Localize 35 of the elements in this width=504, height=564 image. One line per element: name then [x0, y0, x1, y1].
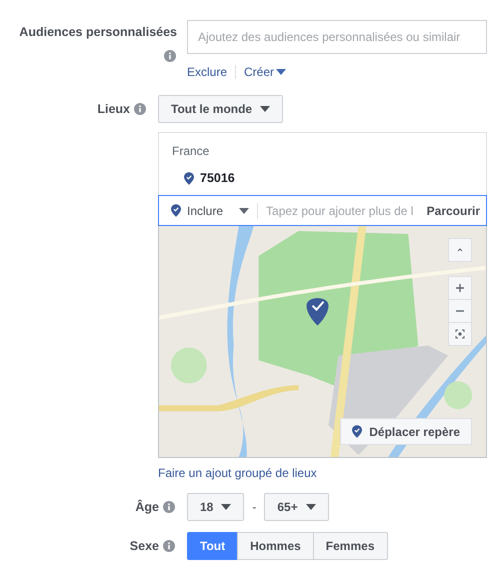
caret-icon	[239, 208, 250, 214]
recenter-icon	[455, 329, 465, 339]
info-icon[interactable]	[134, 103, 146, 115]
caret-icon	[306, 504, 316, 510]
browse-link[interactable]: Parcourir	[426, 204, 480, 218]
link[interactable]: Exclure	[187, 65, 228, 79]
link[interactable]: Créer	[244, 65, 286, 79]
bulk-add-link[interactable]: Faire un ajout groupé de lieux	[158, 466, 317, 480]
zoom-in-button[interactable]	[448, 276, 472, 300]
field-label: Lieux	[97, 102, 130, 116]
pin-icon	[352, 425, 362, 438]
max-age-dropdown[interactable]: 65+	[264, 493, 329, 521]
info-icon[interactable]	[163, 501, 175, 513]
include-dropdown[interactable]: Inclure	[171, 204, 250, 218]
info-icon[interactable]	[163, 540, 175, 552]
field-label: Sexe	[130, 539, 159, 553]
plus-icon	[455, 283, 465, 293]
scope-dropdown[interactable]: Tout le monde	[158, 95, 284, 123]
location-name: 75016	[200, 171, 235, 185]
audience-field[interactable]: Ajoutez des audiences personnalisées ou similair	[187, 20, 487, 54]
info-icon[interactable]	[164, 50, 176, 62]
pin-icon	[184, 172, 194, 184]
recenter-button[interactable]	[448, 322, 472, 346]
caret-icon	[221, 504, 232, 510]
range-separator: -	[252, 500, 256, 514]
move-pin-button[interactable]: Déplacer repère	[340, 418, 472, 445]
country-label: France	[172, 144, 210, 158]
gender-option[interactable]: Hommes	[237, 532, 314, 560]
field-label: Âge	[135, 500, 159, 514]
field-label: Audiences personnalisées	[19, 25, 177, 39]
caret-icon	[260, 106, 270, 112]
gender-option[interactable]: Tout	[187, 532, 238, 560]
pin-icon	[171, 204, 181, 217]
min-age-dropdown[interactable]: 18	[187, 493, 244, 521]
gender-option[interactable]: Femmes	[312, 532, 388, 560]
